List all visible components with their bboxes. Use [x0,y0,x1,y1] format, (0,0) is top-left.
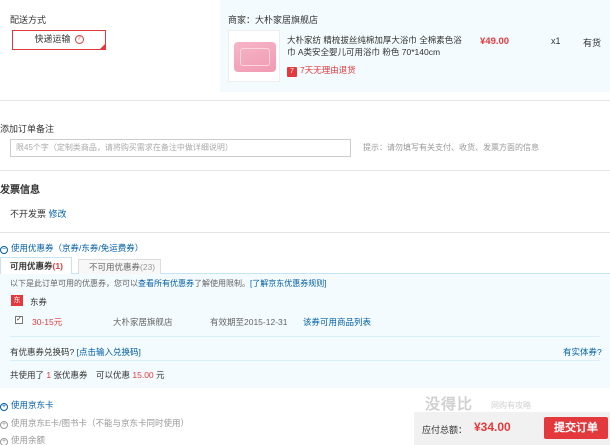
coupon-toggle-label: 使用优惠券（京券/东券/免运费券） [11,243,144,253]
product-thumbnail[interactable] [228,30,280,82]
coupon-note: 以下是此订单可用的优惠券，您可以查看所有优惠券了解使用限制。[了解京东优惠券规则… [10,278,326,289]
seven-day-return-icon: 7 [287,67,297,77]
summary-amount: 15.00 [132,370,154,380]
balance-toggle[interactable]: + 使用余额 [0,434,45,445]
summary-suffix: 元 [156,370,165,380]
remark-input[interactable]: 限45个字（定制类商品，请将购买需求在备注中做详细说明） [10,139,351,157]
amount-due: ¥34.00 [474,420,511,434]
coupon-value: 30-15元 [32,317,63,327]
product-name[interactable]: 大朴家纺 精梳拔丝纯棉加厚大浴巾 全棉素色浴巾 A类安全婴儿可用浴巾 粉色 70… [287,34,467,58]
coupon-note-prefix: 以下是此订单可用的优惠券，您可以 [10,279,138,288]
coupon-shop: 大朴家居旗舰店 [113,317,173,327]
divider [10,336,600,337]
coupon-checkbox[interactable]: ✓ [15,316,23,324]
stock-status: 有货 [583,38,602,48]
watermark-slogan: 网购有攻略 [491,401,531,410]
redeem-code-question: 有优惠券兑换码? [10,347,75,357]
expand-icon: + [0,438,8,445]
coupon-note-mid: 了解使用限制。 [194,279,250,288]
invoice-edit-link[interactable]: 修改 [49,209,67,219]
redeem-code-link[interactable]: [点击输入兑换码] [77,347,141,357]
delivery-option-label: 快递运输 [34,34,71,44]
divider [0,232,610,233]
balance-label: 使用余额 [11,435,46,445]
invoice-title: 发票信息 [0,185,40,196]
coupon-validity: 有效期至2015-12-31 [210,317,288,327]
delivery-option-express[interactable]: 快递运输? [12,30,106,50]
towel-image [234,42,276,72]
coupon-toggle[interactable]: − 使用优惠券（京券/东券/免运费券） [0,242,143,254]
tab-unavailable-count: (23) [140,262,156,272]
view-all-coupons-link[interactable]: 查看所有优惠券 [138,279,194,288]
return-policy: 7 7天无理由退货 [287,64,356,77]
coupon-type-label: 东券 [30,297,48,307]
product-price: ¥49.00 [480,36,510,47]
ecard-toggle[interactable]: + 使用京东E卡/图书卡（不能与京东卡同时使用） [0,417,189,429]
expand-icon: + [0,403,8,411]
summary-mid: 张优惠券 可以优惠 [53,370,131,380]
tab-available-coupons[interactable]: 可用优惠券(1) [0,257,72,274]
collapse-icon: − [0,246,8,254]
submit-order-button[interactable]: 提交订单 [544,417,608,439]
vendor-name[interactable]: 商家：大朴家居旗舰店 [228,13,318,26]
tab-unavailable-coupons[interactable]: 不可用优惠券(23) [78,259,161,274]
invoice-line: 不开发票 修改 [10,207,67,220]
summary-prefix: 共使用了 [10,370,45,380]
divider [10,360,600,361]
coupon-goods-link[interactable]: 该券可用商品列表 [303,316,371,328]
ecard-label: 使用京东E卡/图书卡（不能与京东卡同时使用） [11,418,190,428]
tab-unavailable-label: 不可用优惠券 [89,262,141,272]
product-quantity: x1 [551,36,561,46]
delivery-title: 配送方式 [10,15,47,25]
watermark-logo: 没得比 [425,396,474,413]
expand-icon: + [0,421,8,429]
coupon-summary: 共使用了 1 张优惠券 可以优惠 15.00 元 [10,369,165,381]
invoice-value: 不开发票 [10,209,47,219]
coupon-rules-link[interactable]: [了解京东优惠券规则] [250,279,326,288]
remark-tip: 提示：请勿填写有关支付、收货、发票方面的信息 [363,143,539,152]
help-icon[interactable]: ? [74,35,84,45]
physical-coupon-link[interactable]: 有实体券? [563,346,602,358]
amount-due-label: 应付总额： [422,425,468,435]
jd-card-label: 使用京东卡 [11,400,54,410]
summary-count: 1 [46,370,52,380]
return-policy-text: 7天无理由退货 [300,65,356,75]
divider [0,170,610,171]
remark-label: 添加订单备注 [0,124,55,134]
selected-corner-icon [99,43,106,50]
dongquan-badge-icon: 东 [11,295,23,306]
jd-card-toggle[interactable]: + 使用京东卡 [0,399,54,411]
tab-available-label: 可用优惠券 [10,261,53,271]
redeem-code-line: 有优惠券兑换码? [点击输入兑换码] [10,346,141,358]
divider [0,100,610,101]
tab-available-count: (1) [52,261,63,271]
